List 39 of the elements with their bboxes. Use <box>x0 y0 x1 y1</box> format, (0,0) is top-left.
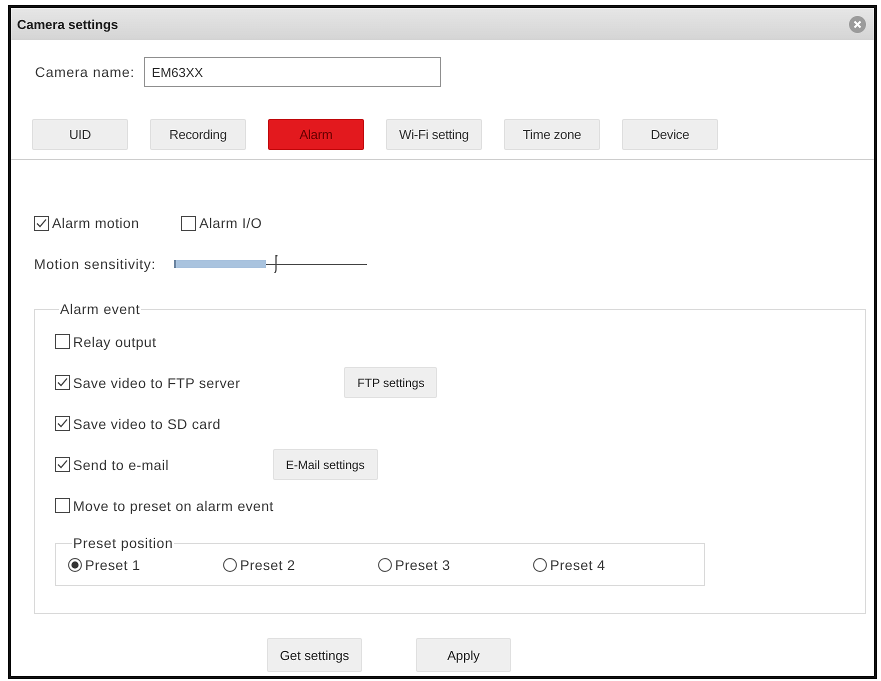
checkbox-label: Alarm motion <box>52 215 140 231</box>
group-legend: Alarm event <box>59 301 142 317</box>
checkbox-label: Save video to FTP server <box>73 374 240 390</box>
radio-label: Preset 3 <box>395 557 450 573</box>
checkbox-label: Move to preset on alarm event <box>73 498 274 514</box>
radio-button[interactable] <box>378 558 392 572</box>
close-icon[interactable] <box>849 16 866 32</box>
tab[interactable]: Device <box>622 119 718 150</box>
field-label: Camera name: <box>35 64 135 80</box>
tab[interactable]: Recording <box>150 119 246 150</box>
checkbox[interactable] <box>181 216 196 230</box>
checkbox[interactable] <box>55 498 70 513</box>
checkbox[interactable] <box>55 416 70 431</box>
checkbox-label: Save video to SD card <box>73 416 221 432</box>
slider-thumb[interactable] <box>274 255 280 273</box>
radio-button[interactable] <box>223 558 237 572</box>
checkbox[interactable] <box>55 334 70 349</box>
radio-button[interactable] <box>533 558 547 572</box>
action-button[interactable]: Apply <box>416 638 511 672</box>
checkbox[interactable] <box>34 216 49 230</box>
checkbox[interactable] <box>55 457 70 472</box>
tab[interactable]: Wi-Fi setting <box>386 119 482 150</box>
checkbox[interactable] <box>55 375 70 390</box>
radio-button[interactable] <box>68 558 82 572</box>
checkbox-label: Alarm I/O <box>199 215 262 231</box>
settings-button[interactable]: E-Mail settings <box>272 449 378 480</box>
text-field[interactable]: EM63XX <box>144 57 441 87</box>
window-title: Camera settings <box>17 16 118 32</box>
checkbox-label: Send to e-mail <box>73 456 169 472</box>
settings-button[interactable]: FTP settings <box>344 367 438 398</box>
slider-label: Motion sensitivity: <box>34 256 156 272</box>
tab[interactable]: Time zone <box>504 119 600 150</box>
checkbox-label: Relay output <box>73 334 156 350</box>
group-legend: Preset position <box>72 535 174 551</box>
radio-label: Preset 4 <box>550 557 606 573</box>
tab[interactable]: UID <box>32 119 128 150</box>
radio-label: Preset 1 <box>85 557 140 573</box>
action-button[interactable]: Get settings <box>267 638 362 672</box>
radio-label: Preset 2 <box>240 557 296 573</box>
